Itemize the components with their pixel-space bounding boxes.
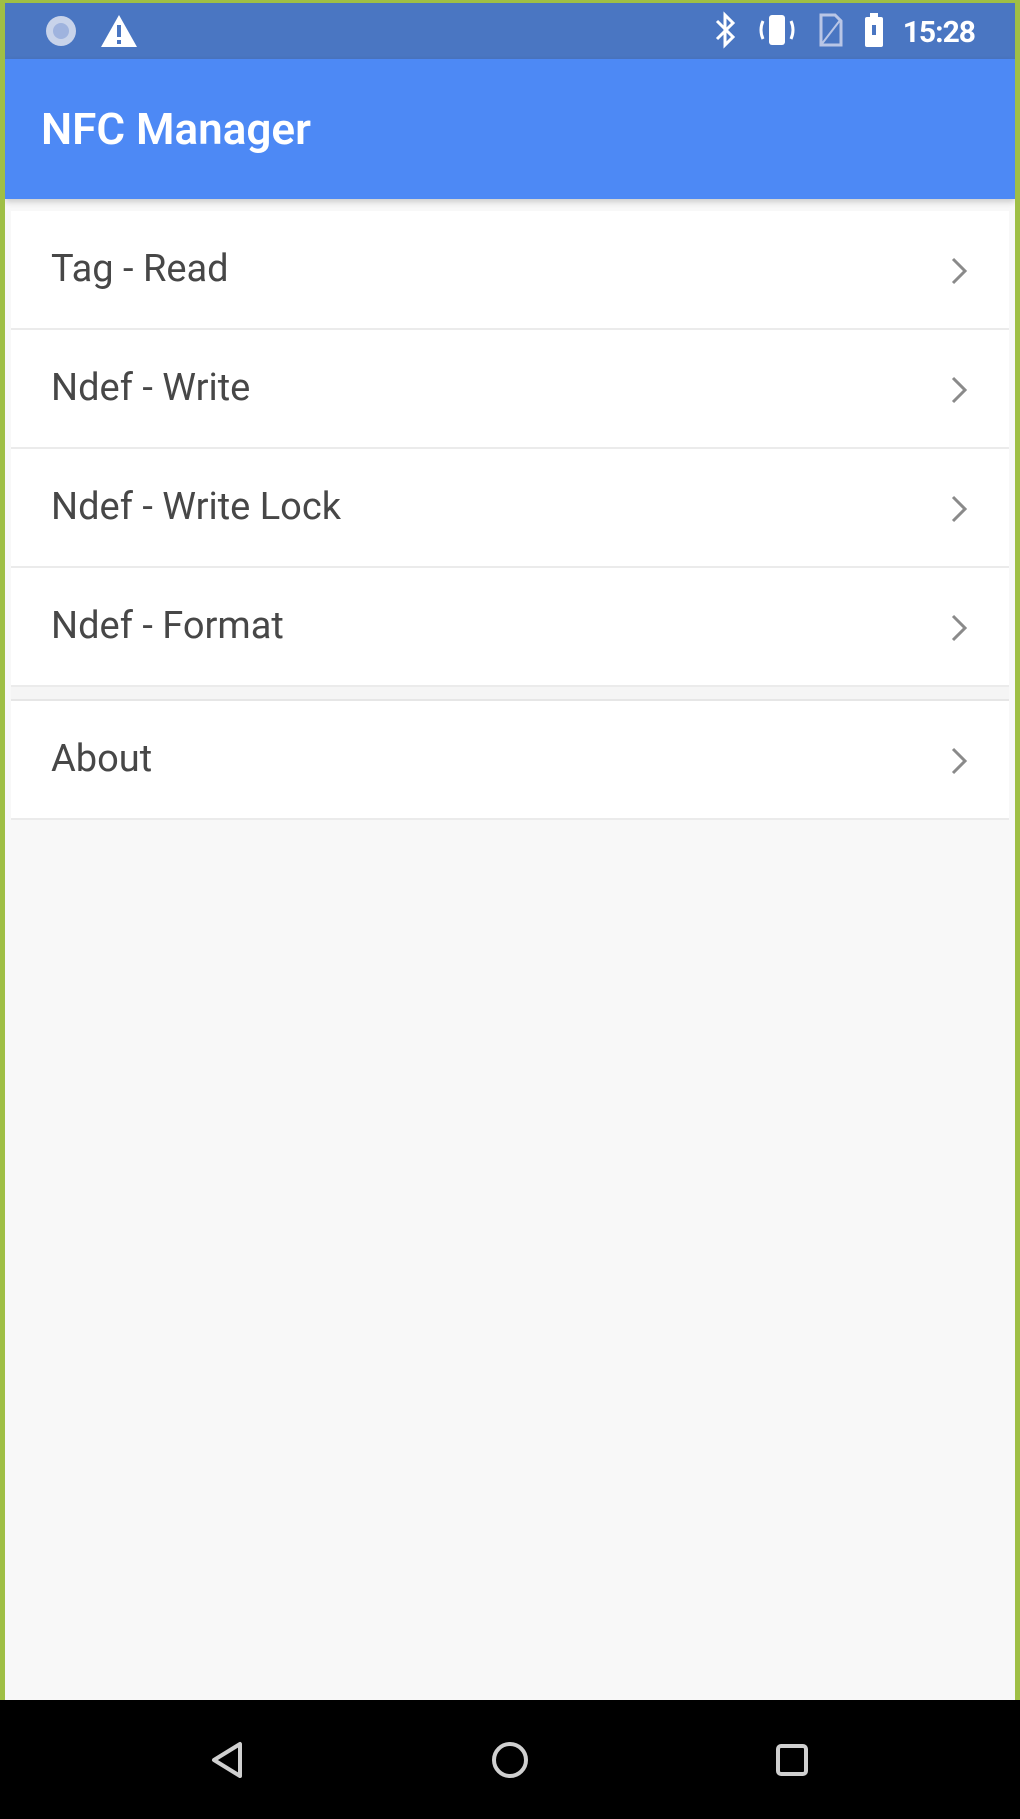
chevron-right-icon <box>945 253 973 289</box>
chevron-right-icon <box>945 491 973 527</box>
menu-list: Tag - Read Ndef - Write Ndef - Write Loc… <box>11 211 1009 820</box>
menu-item-ndef-write[interactable]: Ndef - Write <box>11 330 1009 449</box>
menu-item-ndef-format[interactable]: Ndef - Format <box>11 568 1009 687</box>
battery-icon <box>863 11 885 53</box>
menu-item-about[interactable]: About <box>11 701 1009 820</box>
app-bar: NFC Manager <box>5 59 1015 199</box>
chevron-right-icon <box>945 743 973 779</box>
status-left-icons <box>43 13 139 53</box>
menu-item-label: Ndef - Write Lock <box>51 485 341 529</box>
signal-dot-icon <box>43 13 79 53</box>
chevron-right-icon <box>945 610 973 646</box>
warning-icon <box>99 13 139 53</box>
status-bar: 15:28 <box>5 3 1015 59</box>
menu-item-label: Ndef - Write <box>51 366 251 410</box>
chevron-right-icon <box>945 372 973 408</box>
vibrate-icon <box>755 11 799 53</box>
status-time: 15:28 <box>902 14 976 50</box>
menu-item-tag-read[interactable]: Tag - Read <box>11 211 1009 330</box>
status-right-icons: 15:28 <box>713 11 976 53</box>
back-icon[interactable] <box>200 1732 256 1788</box>
app-title: NFC Manager <box>41 103 311 155</box>
navigation-bar <box>0 1700 1020 1819</box>
section-divider <box>11 687 1009 701</box>
recents-icon[interactable] <box>764 1732 820 1788</box>
home-icon[interactable] <box>482 1732 538 1788</box>
menu-item-label: Ndef - Format <box>51 604 284 648</box>
menu-item-label: About <box>51 737 153 781</box>
menu-item-label: Tag - Read <box>51 247 229 291</box>
no-sim-icon <box>817 11 845 53</box>
menu-item-ndef-write-lock[interactable]: Ndef - Write Lock <box>11 449 1009 568</box>
bluetooth-icon <box>713 11 737 53</box>
app-screen: 15:28 NFC Manager Tag - Read Ndef - Writ… <box>5 3 1015 1700</box>
